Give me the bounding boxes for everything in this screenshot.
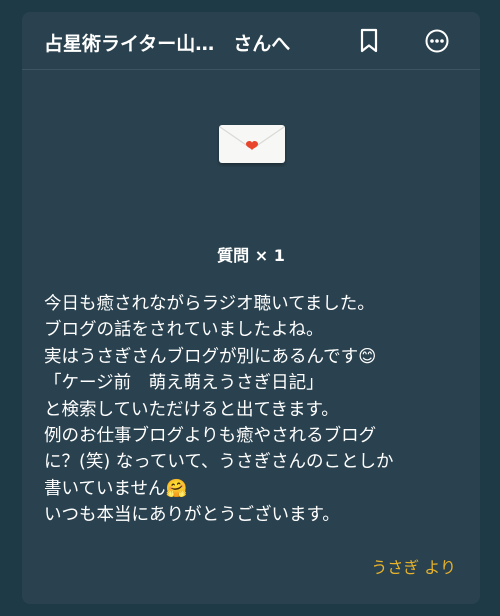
message-body: 今日も癒されながらラジオ聴いてました。 ブログの話をされていましたよね。 実はう…: [44, 291, 469, 529]
letter-card: 占星術ライター山… さんへ 質問 × 1 今日も癒されながらラジオ聴いてました。…: [22, 12, 480, 604]
card-header: 占星術ライター山… さんへ: [22, 12, 480, 70]
message-line: いつも本当にありがとうございます。: [44, 505, 340, 526]
message-line: に？(笑) なっていて、うさぎさんのことしか: [44, 452, 394, 473]
envelope-icon: [217, 123, 287, 167]
message-line: と検索していただけると出てきます。: [44, 399, 339, 420]
more-options-icon: [425, 29, 449, 53]
bookmark-icon: [360, 28, 378, 53]
sender-signature: うさぎ より: [371, 558, 456, 577]
message-line: 書いていません🤗: [44, 478, 188, 499]
message-line: ブログの話をされていましたよね。: [44, 320, 324, 341]
question-count-label: 質問 × 1: [217, 246, 285, 265]
more-options-button[interactable]: [424, 28, 450, 54]
message-line: 「ケージ前 萌え萌えうさぎ日記」: [44, 373, 324, 394]
message-line: 実はうさぎさんブログが別にあるんです😊: [44, 346, 377, 367]
message-line: 例のお仕事ブログよりも癒やされるブログ: [44, 426, 377, 447]
bookmark-button[interactable]: [358, 28, 380, 54]
recipient-title: 占星術ライター山… さんへ: [44, 33, 291, 55]
message-line: 今日も癒されながらラジオ聴いてました。: [44, 294, 375, 314]
